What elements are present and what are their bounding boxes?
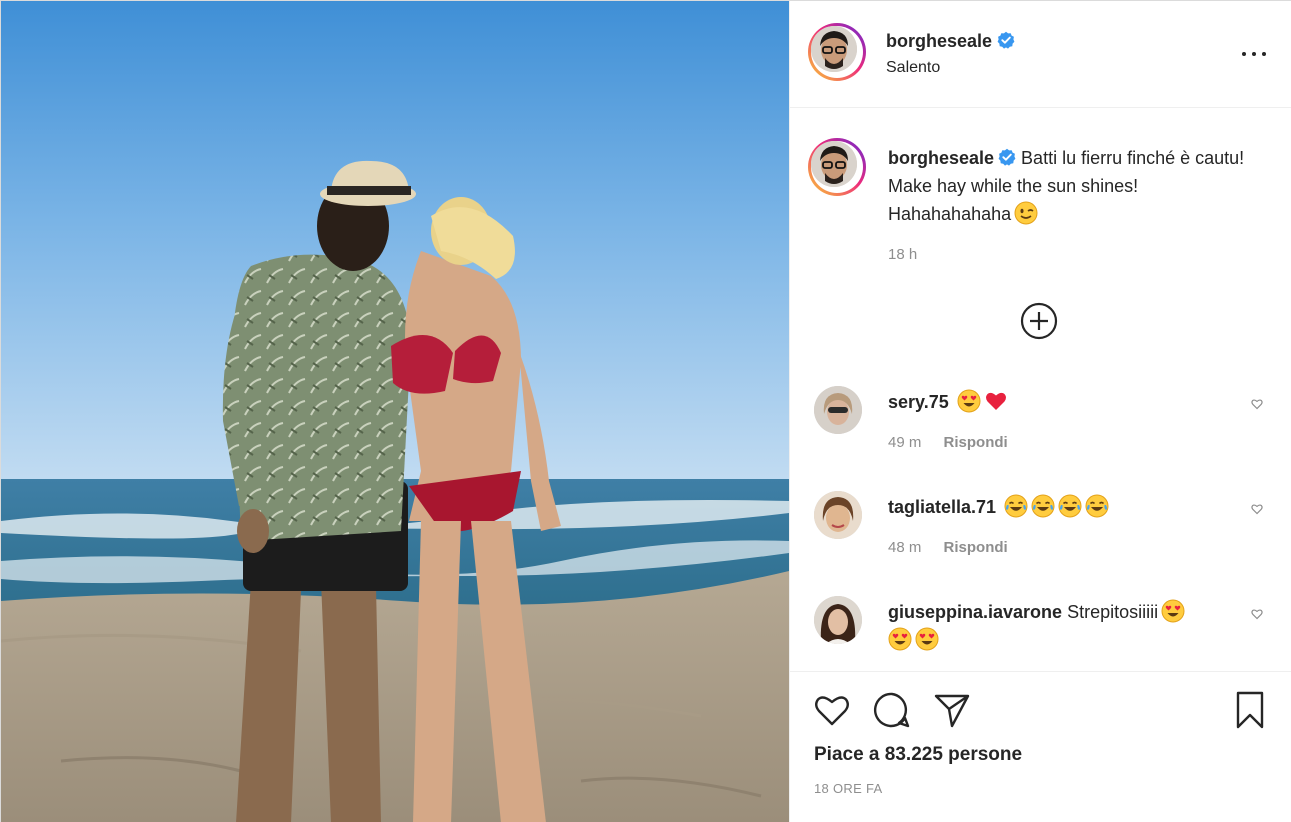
post-location[interactable]: Salento [886, 59, 940, 77]
comment-like-heart-icon[interactable] [1251, 503, 1263, 515]
plus-circle-icon[interactable] [1020, 302, 1058, 340]
red-heart-emoji-icon [985, 392, 1006, 410]
instagram-post: borgheseale Salento borgheseale Batti lu… [0, 0, 1291, 822]
comment-username[interactable]: sery.75 [888, 392, 949, 412]
tears-of-joy-emoji-icon [1031, 494, 1055, 518]
comment-time[interactable]: 49 m [888, 434, 921, 451]
comments-section: borgheseale Batti lu fierru finché è cau… [790, 108, 1291, 668]
heart-eyes-emoji-icon [888, 627, 912, 651]
comment-body: sery.75 [888, 388, 1258, 416]
verified-badge-icon [998, 148, 1016, 166]
author-username-text[interactable]: borgheseale [886, 31, 992, 51]
post-actions: Piace a 83.225 persone 18 ORE FA [790, 671, 1291, 822]
comment-avatar[interactable] [814, 386, 862, 434]
heart-eyes-emoji-icon [915, 627, 939, 651]
author-username[interactable]: borgheseale [886, 31, 1015, 52]
comment-avatar[interactable] [814, 596, 862, 644]
comment-username[interactable]: tagliatella.71 [888, 497, 996, 517]
speech-bubble-icon[interactable] [872, 690, 912, 730]
caption-author-avatar[interactable] [808, 138, 866, 196]
tears-of-joy-emoji-icon [1004, 494, 1028, 518]
comment-text: Strepitosiiiii [1067, 602, 1159, 622]
comment-meta: 49 m Rispondi [888, 434, 1026, 451]
post-side-panel: borgheseale Salento borgheseale Batti lu… [789, 1, 1291, 822]
tears-of-joy-emoji-icon [1085, 494, 1109, 518]
comment-like-heart-icon[interactable] [1251, 398, 1263, 410]
caption-time[interactable]: 18 h [888, 246, 917, 263]
winking-face-emoji-icon [1014, 201, 1038, 225]
caption-author-avatar-image [811, 141, 857, 187]
post-header: borgheseale Salento [790, 1, 1291, 108]
comment-avatar[interactable] [814, 491, 862, 539]
author-avatar[interactable] [808, 23, 866, 81]
comment-time[interactable]: 48 m [888, 539, 921, 556]
caption-username[interactable]: borgheseale [888, 148, 994, 168]
comment-meta: 48 m Rispondi [888, 539, 1026, 556]
likes-count[interactable]: Piace a 83.225 persone [814, 744, 1022, 766]
more-options-icon[interactable] [1241, 43, 1267, 65]
comment-body: giuseppina.iavarone Strepitosiiiii [888, 598, 1258, 654]
reply-button[interactable]: Rispondi [944, 434, 1008, 451]
comment-like-heart-icon[interactable] [1251, 608, 1263, 620]
heart-outline-icon[interactable] [812, 690, 852, 730]
post-date[interactable]: 18 ORE FA [814, 781, 882, 796]
bookmark-icon[interactable] [1230, 690, 1270, 730]
comment-body: tagliatella.71 [888, 493, 1258, 521]
reply-button[interactable]: Rispondi [944, 539, 1008, 556]
post-photo[interactable] [1, 1, 789, 822]
tears-of-joy-emoji-icon [1058, 494, 1082, 518]
post-caption: borgheseale Batti lu fierru finché è cau… [888, 144, 1260, 228]
heart-eyes-emoji-icon [1161, 599, 1185, 623]
author-avatar-image [811, 26, 857, 72]
beach-couple-photo [1, 1, 789, 822]
comment-item: sery.75 49 m Rispondi [790, 386, 1291, 476]
verified-badge-icon [997, 31, 1015, 49]
paper-plane-icon[interactable] [932, 690, 972, 730]
heart-eyes-emoji-icon [957, 389, 981, 413]
comment-username[interactable]: giuseppina.iavarone [888, 602, 1062, 622]
comment-item: tagliatella.71 48 m Rispondi [790, 491, 1291, 581]
